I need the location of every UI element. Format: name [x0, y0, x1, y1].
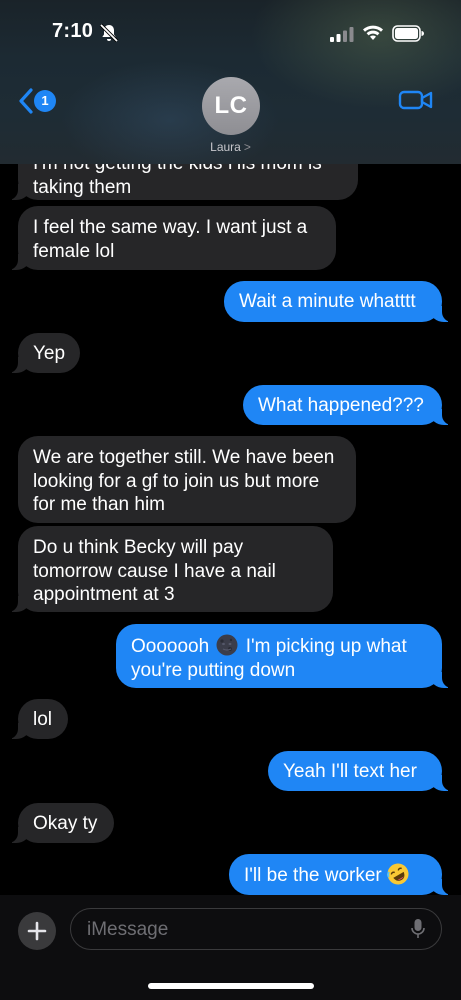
incoming-message-bubble[interactable]: I feel the same way. I want just a femal…	[8, 206, 336, 270]
message-text: We are together still. We have been look…	[33, 447, 335, 515]
microphone-icon[interactable]	[411, 918, 425, 940]
status-time: 7:10	[52, 20, 94, 42]
status-bar: 7:10	[0, 0, 461, 64]
contact-name: Laura	[210, 140, 241, 154]
contact-name-label[interactable]: Laura >	[0, 140, 461, 154]
message-text: Yeah I'll text her	[283, 761, 417, 782]
chevron-left-icon	[19, 88, 33, 114]
outgoing-message-bubble[interactable]: Yeah I'll text her	[268, 751, 452, 791]
cellular-signal-icon	[330, 27, 354, 42]
bell-slash-icon	[99, 23, 119, 43]
outgoing-message-bubble[interactable]: Ooooooh I'm picking up what you're putti…	[116, 624, 452, 688]
imessage-input[interactable]: iMessage	[70, 908, 442, 950]
outgoing-message-bubble[interactable]: I'll be the worker	[229, 854, 452, 895]
outgoing-message-bubble[interactable]: Wait a minute whatttt	[224, 281, 452, 322]
message-text: Okay ty	[33, 813, 98, 834]
facetime-video-icon[interactable]	[398, 88, 434, 112]
battery-icon	[392, 25, 424, 42]
incoming-message-bubble[interactable]: lol	[8, 699, 68, 739]
back-button[interactable]: 1	[18, 86, 62, 116]
message-text: Do u think Becky will pay tomorrow cause…	[33, 537, 276, 605]
message-text: I feel the same way. I want just a femal…	[33, 217, 308, 262]
contact-avatar[interactable]: LC	[202, 77, 260, 135]
incoming-message-bubble[interactable]: We are together still. We have been look…	[18, 436, 356, 523]
new-moon-face-emoji-icon	[216, 634, 238, 656]
message-text: Yep	[33, 343, 66, 364]
message-text: Ooooooh	[131, 636, 210, 657]
imessage-placeholder: iMessage	[87, 919, 169, 940]
plus-icon	[27, 921, 47, 941]
message-text: What happened???	[258, 395, 424, 416]
home-indicator[interactable]	[148, 983, 314, 989]
compose-bar: iMessage	[0, 895, 461, 1000]
message-text: I'll be the worker	[244, 865, 388, 886]
wifi-icon	[363, 25, 383, 40]
incoming-message-bubble[interactable]: Do u think Becky will pay tomorrow cause…	[8, 526, 333, 612]
incoming-message-bubble[interactable]: Yep	[8, 333, 80, 373]
message-text: lol	[33, 709, 53, 730]
rolling-on-floor-laughing-emoji-icon	[387, 863, 409, 885]
message-text: Wait a minute whatttt	[239, 291, 416, 312]
unread-count-badge: 1	[34, 90, 56, 112]
apps-plus-button[interactable]	[18, 912, 56, 950]
outgoing-message-bubble[interactable]: What happened???	[243, 385, 452, 425]
chevron-right-icon: >	[243, 140, 251, 154]
incoming-message-bubble[interactable]: Okay ty	[8, 803, 114, 843]
